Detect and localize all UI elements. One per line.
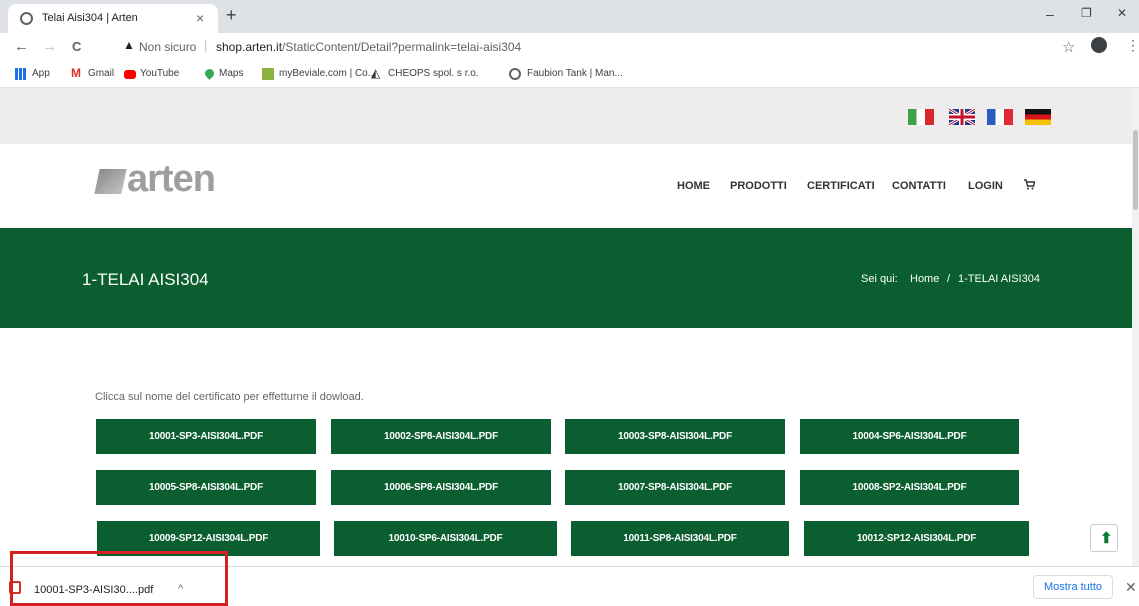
certificate-download-button[interactable]: 10010-SP6-AISI304L.PDF <box>334 521 557 556</box>
site-logo[interactable]: arten <box>127 158 216 201</box>
bookmark-youtube[interactable]: YouTube <box>140 68 179 79</box>
italian-flag-icon[interactable] <box>908 109 934 125</box>
address-bar[interactable]: ▲ Non sicuro | shop.arten.it/StaticConte… <box>96 36 1086 58</box>
bookmark-star-icon[interactable]: ☆ <box>1062 38 1075 56</box>
reload-icon[interactable]: C <box>72 39 81 54</box>
restore-icon[interactable]: ❐ <box>1081 6 1092 20</box>
bookmark-cheops[interactable]: CHEOPS spol. s r.o. <box>388 68 479 79</box>
mybeviale-icon <box>262 68 274 80</box>
page-title: 1-TELAI AISI304 <box>82 270 209 289</box>
globe-icon <box>20 12 33 25</box>
certificate-download-button[interactable]: 10003-SP8-AISI304L.PDF <box>565 419 785 454</box>
cart-icon[interactable] <box>1024 179 1036 193</box>
certificate-download-button[interactable]: 10002-SP8-AISI304L.PDF <box>331 419 551 454</box>
page-hero: 1-TELAI AISI304 Sei qui: Home / 1-TELAI … <box>0 228 1132 328</box>
certificate-download-button[interactable]: 10006-SP8-AISI304L.PDF <box>331 470 551 505</box>
window-close-icon[interactable]: ✕ <box>1117 6 1127 20</box>
browser-tab[interactable]: Telai Aisi304 | Arten × <box>8 4 218 33</box>
german-flag-icon[interactable] <box>1025 109 1051 125</box>
cheops-icon: ◭ <box>371 66 381 80</box>
bookmark-app[interactable]: App <box>32 68 50 79</box>
browser-toolbar: ← → C ▲ Non sicuro | shop.arten.it/Stati… <box>0 33 1139 61</box>
nav-prodotti[interactable]: PRODOTTI <box>730 180 787 192</box>
certificate-download-button[interactable]: 10011-SP8-AISI304L.PDF <box>571 521 789 556</box>
bookmark-mybeviale[interactable]: myBeviale.com | Co... <box>279 68 376 79</box>
certificate-download-button[interactable]: 10008-SP2-AISI304L.PDF <box>800 470 1019 505</box>
scroll-to-top-button[interactable]: ⬆ <box>1090 524 1118 552</box>
profile-avatar-icon[interactable] <box>1091 37 1107 53</box>
uk-flag-icon[interactable] <box>949 109 975 125</box>
nav-home[interactable]: HOME <box>677 180 710 192</box>
tab-close-icon[interactable]: × <box>196 10 204 26</box>
minimize-icon[interactable]: – <box>1046 6 1054 22</box>
arrow-up-icon: ⬆ <box>1100 530 1113 547</box>
scrollbar-thumb[interactable] <box>1133 130 1138 210</box>
french-flag-icon[interactable] <box>987 109 1013 125</box>
url-text[interactable]: shop.arten.it/StaticContent/Detail?perma… <box>216 40 521 54</box>
language-bar <box>0 88 1132 144</box>
bookmark-faubion[interactable]: Faubion Tank | Man... <box>527 68 623 79</box>
address-separator: | <box>204 38 208 53</box>
bookmark-gmail[interactable]: Gmail <box>88 68 114 79</box>
certificate-download-button[interactable]: 10001-SP3-AISI304L.PDF <box>96 419 316 454</box>
globe-icon <box>509 68 521 80</box>
breadcrumb-label: Sei qui: <box>861 273 898 285</box>
download-instructions: Clicca sul nome del certificato per effe… <box>95 391 364 403</box>
nav-login[interactable]: LOGIN <box>968 180 1003 192</box>
tab-strip: Telai Aisi304 | Arten × + – ❐ ✕ <box>0 0 1139 33</box>
forward-icon[interactable]: → <box>42 38 57 55</box>
certificate-download-button[interactable]: 10007-SP8-AISI304L.PDF <box>565 470 785 505</box>
show-all-downloads-button[interactable]: Mostra tutto <box>1033 575 1113 599</box>
arten-logo-mark-icon[interactable] <box>94 169 127 194</box>
breadcrumb-home-link[interactable]: Home <box>910 273 939 285</box>
site-header: arten HOME PRODOTTI CERTIFICATI CONTATTI… <box>0 144 1132 228</box>
back-icon[interactable]: ← <box>14 38 29 55</box>
menu-icon[interactable]: ⋮ <box>1126 37 1139 54</box>
nav-contatti[interactable]: CONTATTI <box>892 180 946 192</box>
certificate-download-button[interactable]: 10004-SP6-AISI304L.PDF <box>800 419 1019 454</box>
nav-certificati[interactable]: CERTIFICATI <box>807 180 875 192</box>
download-highlight-box <box>10 551 228 606</box>
not-secure-icon[interactable]: ▲ <box>123 38 135 52</box>
tab-title: Telai Aisi304 | Arten <box>42 12 138 24</box>
breadcrumb-current: 1-TELAI AISI304 <box>958 273 1040 285</box>
security-label[interactable]: Non sicuro <box>139 40 196 54</box>
web-page: arten HOME PRODOTTI CERTIFICATI CONTATTI… <box>0 88 1132 566</box>
youtube-icon <box>124 70 136 79</box>
new-tab-icon[interactable]: + <box>226 5 237 26</box>
breadcrumb-separator: / <box>947 273 951 285</box>
url-path: /StaticContent/Detail?permalink=telai-ai… <box>282 40 522 54</box>
maps-pin-icon <box>203 67 216 80</box>
certificate-download-button[interactable]: 10005-SP8-AISI304L.PDF <box>96 470 316 505</box>
url-host: shop.arten.it <box>216 40 283 54</box>
bookmarks-bar: App M Gmail YouTube Maps myBeviale.com |… <box>0 61 1139 88</box>
gmail-icon: M <box>71 66 81 80</box>
apps-grid-icon <box>15 68 27 80</box>
downloads-close-icon[interactable]: ✕ <box>1125 579 1137 596</box>
certificate-download-button[interactable]: 10012-SP12-AISI304L.PDF <box>804 521 1029 556</box>
bookmark-maps[interactable]: Maps <box>219 68 243 79</box>
